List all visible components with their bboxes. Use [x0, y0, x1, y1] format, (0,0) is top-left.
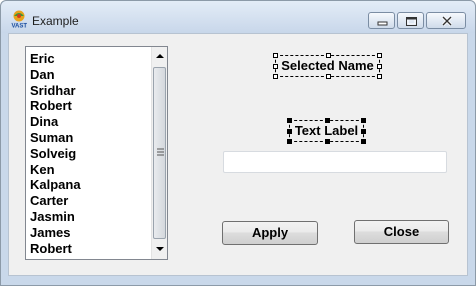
- list-item[interactable]: Eric: [26, 51, 151, 67]
- list-item[interactable]: Solveig: [26, 146, 151, 162]
- text-input-field[interactable]: [223, 151, 447, 173]
- resize-handle[interactable]: [361, 139, 366, 144]
- scroll-thumb[interactable]: [153, 67, 166, 239]
- scroll-up-icon[interactable]: [152, 50, 168, 62]
- list-item[interactable]: Sridhar: [26, 83, 151, 99]
- apply-button[interactable]: Apply: [222, 221, 318, 245]
- names-listbox[interactable]: Eric Dan Sridhar Robert Dina Suman Solveig Ken K…: [25, 46, 168, 260]
- list-scrollbar[interactable]: [151, 47, 167, 259]
- resize-handle[interactable]: [273, 53, 278, 58]
- scroll-down-icon[interactable]: [152, 243, 168, 255]
- resize-handle[interactable]: [361, 129, 366, 134]
- list-item[interactable]: Robert: [26, 98, 151, 114]
- list-item[interactable]: Carter: [26, 193, 151, 209]
- resize-handle[interactable]: [287, 139, 292, 144]
- list-item[interactable]: Suman: [26, 130, 151, 146]
- resize-handle[interactable]: [287, 129, 292, 134]
- selected-name-label[interactable]: Selected Name: [273, 53, 382, 79]
- minimize-button[interactable]: [368, 12, 395, 29]
- grip-icon: [157, 148, 164, 156]
- resize-handle[interactable]: [377, 74, 382, 79]
- window-title: Example: [32, 14, 79, 28]
- list-item[interactable]: Kalpana: [26, 177, 151, 193]
- list-item[interactable]: Jasmin: [26, 209, 151, 225]
- maximize-icon: [406, 17, 417, 26]
- close-button[interactable]: Close: [354, 220, 449, 244]
- selected-name-text: Selected Name: [281, 58, 374, 73]
- list-item[interactable]: Robert: [26, 241, 151, 257]
- svg-text:VAST: VAST: [12, 24, 28, 29]
- title-bar[interactable]: VAST Example: [1, 1, 475, 33]
- resize-handle[interactable]: [325, 139, 330, 144]
- app-icon: VAST: [10, 10, 28, 30]
- maximize-button[interactable]: [397, 12, 424, 29]
- resize-handle[interactable]: [287, 118, 292, 123]
- resize-handle[interactable]: [361, 118, 366, 123]
- minimize-icon: [377, 21, 388, 26]
- close-window-button[interactable]: [426, 12, 466, 29]
- resize-handle[interactable]: [326, 74, 331, 79]
- close-icon: [441, 15, 453, 27]
- names-list: Eric Dan Sridhar Robert Dina Suman Solveig Ken K…: [26, 51, 151, 256]
- list-item[interactable]: Ken: [26, 162, 151, 178]
- text-label-text: Text Label: [294, 123, 359, 138]
- list-item[interactable]: Dan: [26, 67, 151, 83]
- resize-handle[interactable]: [377, 64, 382, 69]
- resize-handle[interactable]: [377, 53, 382, 58]
- resize-handle[interactable]: [326, 53, 331, 58]
- list-item[interactable]: James: [26, 225, 151, 241]
- resize-handle[interactable]: [273, 74, 278, 79]
- resize-handle[interactable]: [273, 64, 278, 69]
- list-item[interactable]: Dina: [26, 114, 151, 130]
- resize-handle[interactable]: [325, 118, 330, 123]
- text-label[interactable]: Text Label: [287, 118, 366, 144]
